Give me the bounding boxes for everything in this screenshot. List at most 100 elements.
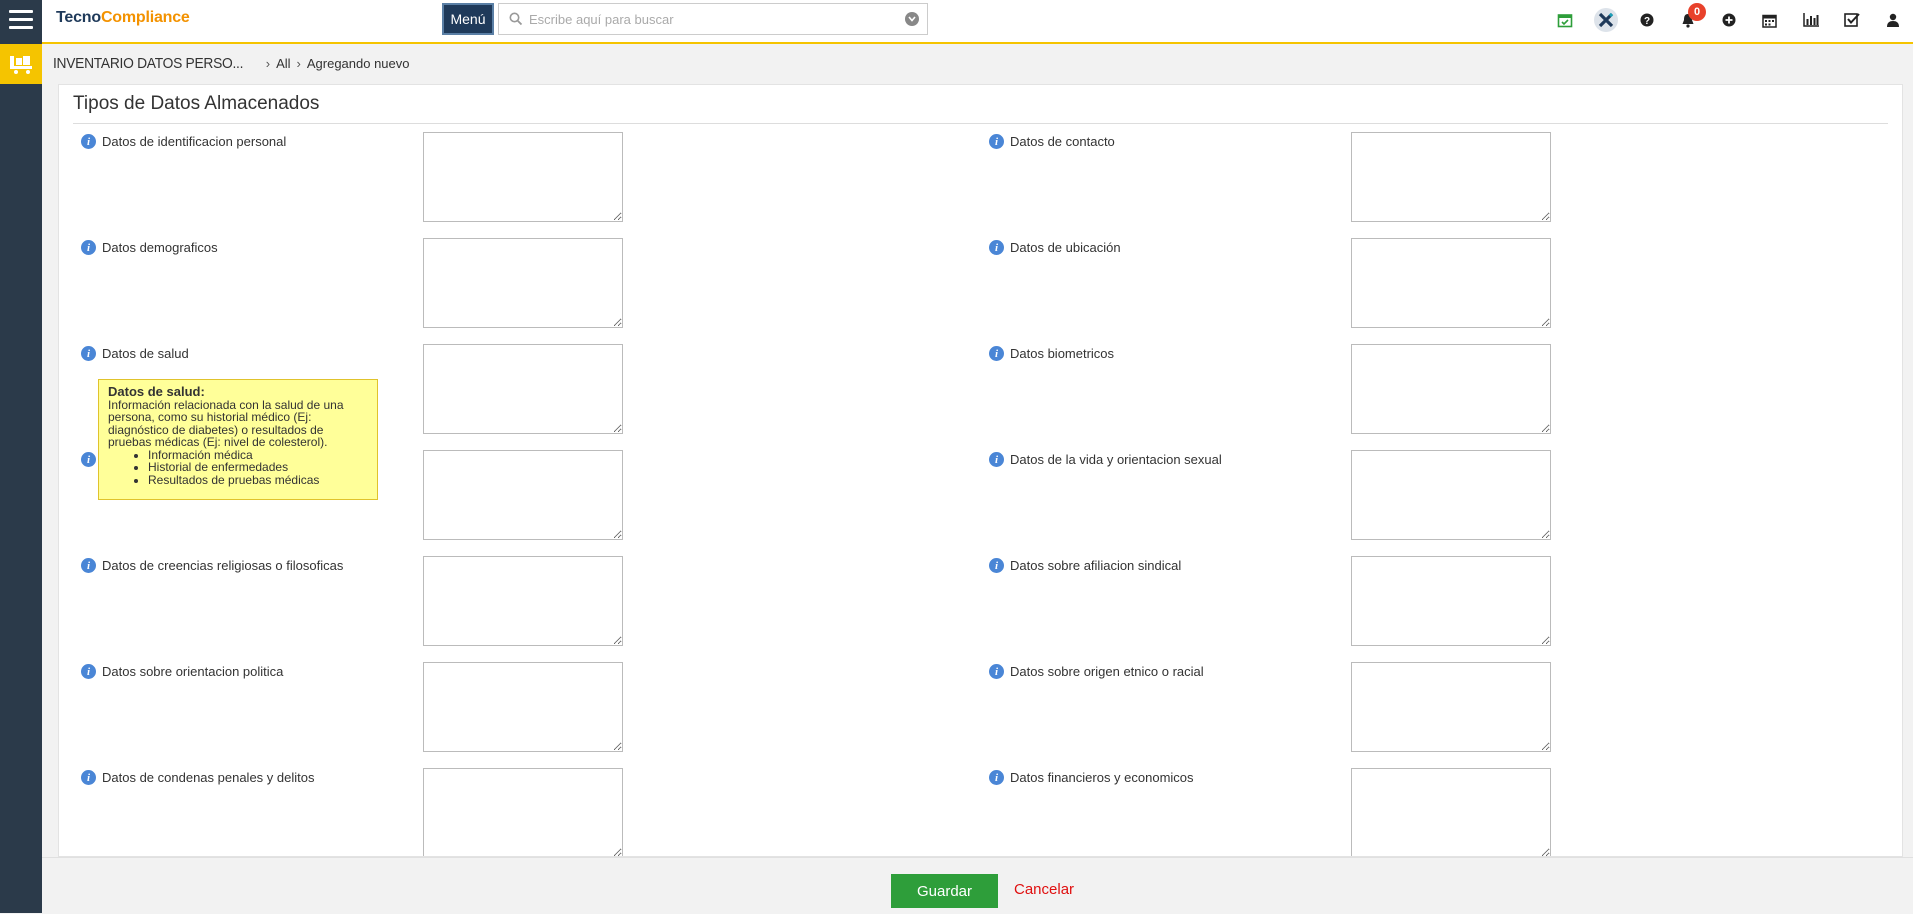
top-icons: ? 0 <box>1544 0 1913 40</box>
search-box[interactable] <box>498 3 928 35</box>
info-icon[interactable]: i <box>81 134 96 149</box>
breadcrumb: INVENTARIO DATOS PERSO... › All › Agrega… <box>42 44 1913 82</box>
field-label-row: i Datos de la vida y orientacion sexual <box>989 452 1222 467</box>
search-input[interactable] <box>523 11 905 27</box>
field-label-row: i Datos de contacto <box>989 134 1115 149</box>
calendar-icon[interactable] <box>1749 0 1790 40</box>
search-icon <box>509 12 523 26</box>
left-rail <box>0 0 42 913</box>
field-label: Datos demograficos <box>102 240 218 255</box>
tooltip-item: Historial de enfermedades <box>148 461 368 474</box>
chevron-down-icon[interactable] <box>905 12 919 26</box>
field-label: Datos sobre origen etnico o racial <box>1010 664 1204 679</box>
field-label: Datos de creencias religiosas o filosofi… <box>102 558 344 573</box>
info-icon[interactable]: i <box>81 240 96 255</box>
info-icon[interactable]: i <box>81 346 96 361</box>
menu-button[interactable]: Menú <box>442 3 494 35</box>
notifications-badge: 0 <box>1688 3 1706 21</box>
form-field: i Datos sobre orientacion politica <box>81 662 623 752</box>
info-icon[interactable]: i <box>989 240 1004 255</box>
field-label: Datos de salud <box>102 346 189 361</box>
field-label: Datos de la vida y orientacion sexual <box>1010 452 1222 467</box>
field-textarea[interactable] <box>423 238 623 328</box>
field-textarea[interactable] <box>1351 768 1551 856</box>
info-icon[interactable]: i <box>989 452 1004 467</box>
form-field: i Datos demograficos <box>81 238 623 328</box>
breadcrumb-module[interactable]: INVENTARIO DATOS PERSO... <box>53 55 243 72</box>
info-icon[interactable]: i <box>81 664 96 679</box>
section-divider <box>73 123 1888 124</box>
info-icon[interactable]: i <box>989 770 1004 785</box>
form-field: i Datos sobre origen etnico o racial <box>989 662 1551 752</box>
field-label-row: i Datos demograficos <box>81 240 218 255</box>
help-icon[interactable]: ? <box>1626 0 1667 40</box>
form-footer: Guardar Cancelar <box>42 857 1913 914</box>
info-icon[interactable]: i <box>989 346 1004 361</box>
field-label-row: i Datos de creencias religiosas o filosof… <box>81 558 343 573</box>
field-textarea[interactable] <box>423 132 623 222</box>
user-icon[interactable] <box>1872 0 1913 40</box>
info-icon[interactable]: i <box>989 134 1004 149</box>
field-textarea[interactable] <box>1351 450 1551 540</box>
info-icon[interactable]: i <box>989 664 1004 679</box>
field-label: Datos sobre orientacion politica <box>102 664 284 679</box>
info-icon[interactable]: i <box>81 770 96 785</box>
top-bar: TecnoCompliance Menú ? 0 <box>42 0 1913 44</box>
field-label-row: i Datos sobre orientacion politica <box>81 664 283 679</box>
hamburger-menu-icon[interactable] <box>9 10 33 30</box>
field-textarea[interactable] <box>1351 344 1551 434</box>
tooltip-item: Resultados de pruebas médicas <box>148 473 368 487</box>
chevron-right-icon: › <box>296 55 301 71</box>
section-title: Tipos de Datos Almacenados <box>73 93 320 114</box>
form-field: i Datos de condenas penales y delitos <box>81 768 623 856</box>
checkbox-icon[interactable] <box>1831 0 1872 40</box>
bell-icon[interactable]: 0 <box>1667 0 1708 40</box>
field-label-row: i Datos sobre afiliacion sindical <box>989 558 1181 573</box>
info-icon[interactable]: i <box>989 558 1004 573</box>
breadcrumb-current: Agregando nuevo <box>306 55 410 71</box>
form-field: i Datos de identificacion personal <box>81 132 623 222</box>
breadcrumb-all[interactable]: All <box>276 56 290 71</box>
form-field: i Datos de creencias religiosas o filosof… <box>81 556 623 646</box>
field-label-row: i Datos de salud <box>81 346 189 361</box>
info-icon[interactable]: i <box>81 558 96 573</box>
field-label: Datos de contacto <box>1010 134 1115 149</box>
field-textarea[interactable] <box>423 344 623 434</box>
form-field: i Datos de la vida y orientacion sexual <box>989 450 1551 540</box>
field-label-row: i Datos sobre origen etnico o racial <box>989 664 1204 679</box>
field-label-row: i Datos de identificacion personal <box>81 134 286 149</box>
module-icon[interactable] <box>0 44 42 84</box>
field-textarea[interactable] <box>423 450 623 540</box>
field-textarea[interactable] <box>1351 662 1551 752</box>
field-textarea[interactable] <box>423 662 623 752</box>
field-label: Datos de ubicación <box>1010 240 1121 255</box>
form-field: i Datos financieros y economicos <box>989 768 1551 856</box>
svg-text:?: ? <box>1643 16 1649 27</box>
x-logo-icon[interactable] <box>1585 0 1626 40</box>
field-textarea[interactable] <box>1351 238 1551 328</box>
field-label: Datos financieros y economicos <box>1010 770 1194 785</box>
field-textarea[interactable] <box>423 768 623 856</box>
field-label: Datos biometricos <box>1010 346 1115 361</box>
plus-circle-icon[interactable] <box>1708 0 1749 40</box>
form-field: i Datos de contacto <box>989 132 1551 222</box>
calendar-check-icon[interactable] <box>1544 0 1585 40</box>
save-button[interactable]: Guardar <box>891 874 998 908</box>
field-label-row: i Datos de condenas penales y delitos <box>81 770 314 785</box>
help-tooltip: Datos de salud: Información relacionada … <box>98 379 378 500</box>
app-logo[interactable]: TecnoCompliance <box>56 9 190 27</box>
form-field: i Datos sobre afiliacion sindical <box>989 556 1551 646</box>
form-field: i Datos de ubicación <box>989 238 1551 328</box>
field-textarea[interactable] <box>1351 132 1551 222</box>
form-field: i Datos biometricos <box>989 344 1551 434</box>
field-label-row: i Datos biometricos <box>989 346 1114 361</box>
field-label-row: i Datos de ubicación <box>989 240 1121 255</box>
info-icon[interactable]: i <box>81 452 96 467</box>
field-label: Datos de condenas penales y delitos <box>102 770 315 785</box>
bar-chart-icon[interactable] <box>1790 0 1831 40</box>
tooltip-text: Información relacionada con la salud de … <box>108 397 344 449</box>
field-textarea[interactable] <box>423 556 623 646</box>
cancel-link[interactable]: Cancelar <box>1014 881 1074 898</box>
field-label: Datos sobre afiliacion sindical <box>1010 558 1182 573</box>
field-textarea[interactable] <box>1351 556 1551 646</box>
